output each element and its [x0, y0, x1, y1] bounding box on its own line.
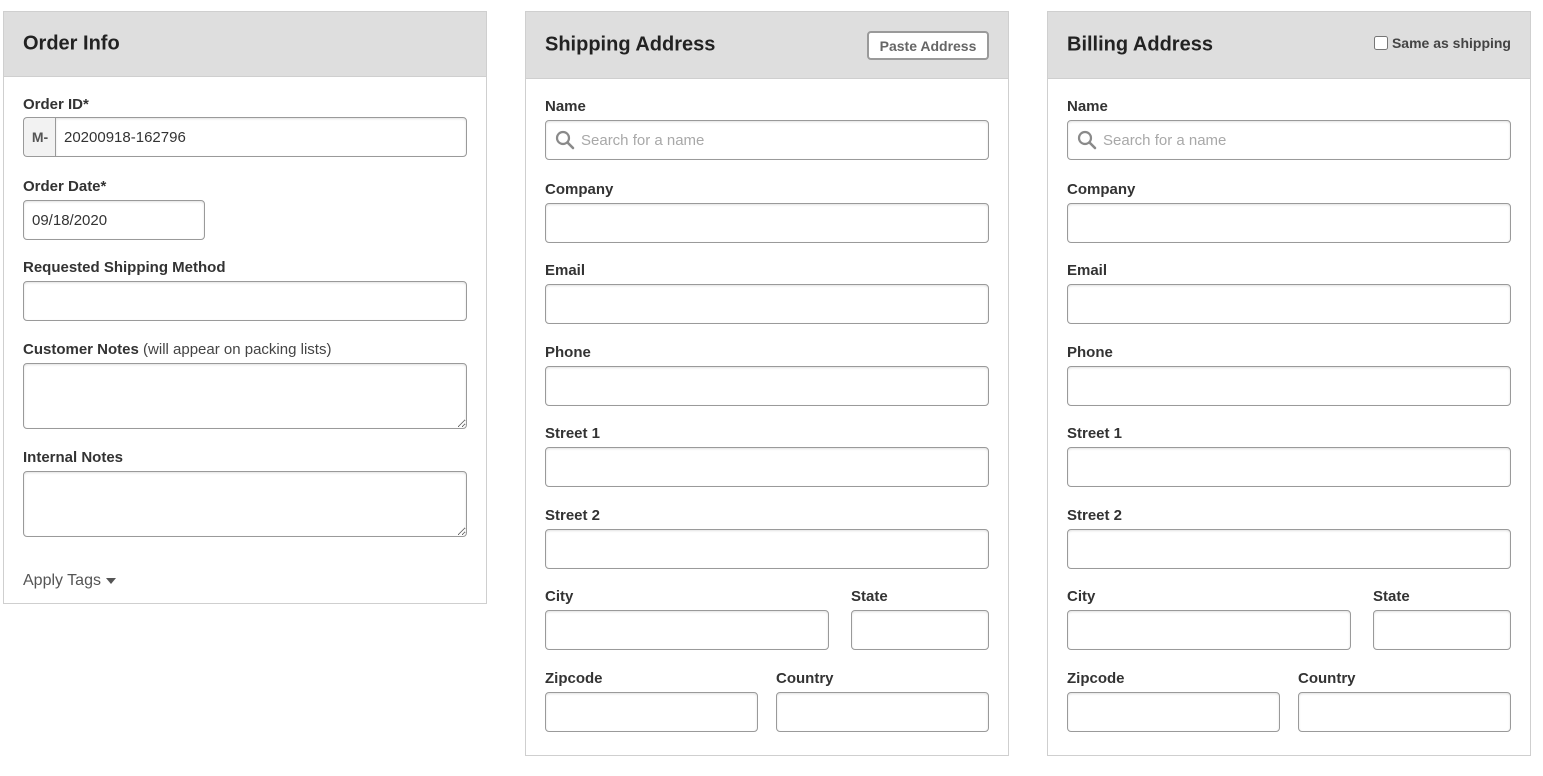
internal-notes-label: Internal Notes — [23, 449, 124, 466]
paste-address-button[interactable]: Paste Address — [867, 31, 989, 60]
shipping-zipcode-label: Zipcode — [545, 670, 603, 687]
shipping-street2-label: Street 2 — [545, 507, 601, 524]
shipping-email-input[interactable] — [545, 284, 989, 324]
shipping-country-input[interactable] — [776, 692, 989, 732]
shipping-phone-input[interactable] — [545, 366, 989, 406]
billing-street2-label: Street 2 — [1067, 507, 1123, 524]
billing-name-label: Name — [1067, 98, 1108, 115]
shipping-title: Shipping Address — [545, 33, 716, 56]
billing-city-label: City — [1067, 588, 1096, 605]
order-date-label: Order Date* — [23, 178, 107, 195]
order-info-title: Order Info — [23, 32, 120, 55]
billing-city-input[interactable] — [1067, 610, 1351, 650]
billing-company-label: Company — [1067, 181, 1136, 198]
billing-email-label: Email — [1067, 262, 1108, 279]
same-as-shipping-toggle[interactable]: Same as shipping — [1373, 35, 1511, 51]
billing-street1-input[interactable] — [1067, 447, 1511, 487]
billing-phone-label: Phone — [1067, 344, 1113, 361]
search-icon — [555, 130, 575, 150]
order-info-panel: Order Info Order ID* M- Order Date* Requ… — [3, 11, 487, 604]
order-info-header: Order Info — [4, 12, 486, 77]
shipping-street2-input[interactable] — [545, 529, 989, 569]
billing-name-input[interactable] — [1067, 120, 1511, 160]
billing-street1-label: Street 1 — [1067, 425, 1123, 442]
shipping-street1-label: Street 1 — [545, 425, 601, 442]
billing-state-input[interactable] — [1373, 610, 1511, 650]
billing-address-panel: Billing Address Same as shipping Name Co… — [1047, 11, 1531, 756]
same-as-shipping-label: Same as shipping — [1391, 35, 1511, 51]
order-date-input[interactable] — [23, 200, 205, 240]
shipping-address-panel: Shipping Address Paste Address Name Comp… — [525, 11, 1009, 756]
billing-zipcode-label: Zipcode — [1067, 670, 1125, 687]
shipping-name-label: Name — [545, 98, 586, 115]
shipping-method-label: Requested Shipping Method — [23, 259, 226, 276]
order-id-prefix: M- — [23, 117, 56, 157]
apply-tags-label: Apply Tags — [23, 572, 101, 589]
shipping-phone-label: Phone — [545, 344, 591, 361]
billing-street2-input[interactable] — [1067, 529, 1511, 569]
billing-email-input[interactable] — [1067, 284, 1511, 324]
internal-notes-textarea[interactable] — [23, 471, 467, 537]
customer-notes-hint: (will appear on packing lists) — [143, 341, 332, 358]
customer-notes-textarea[interactable] — [23, 363, 467, 429]
customer-notes-label: Customer Notes (will appear on packing l… — [23, 341, 331, 358]
billing-country-label: Country — [1298, 670, 1356, 687]
billing-country-input[interactable] — [1298, 692, 1511, 732]
billing-phone-input[interactable] — [1067, 366, 1511, 406]
shipping-state-input[interactable] — [851, 610, 989, 650]
shipping-name-input[interactable] — [545, 120, 989, 160]
order-id-label: Order ID* — [23, 96, 89, 113]
billing-state-label: State — [1373, 588, 1410, 605]
shipping-city-label: City — [545, 588, 574, 605]
shipping-zipcode-input[interactable] — [545, 692, 758, 732]
billing-name-search — [1067, 120, 1511, 160]
billing-title: Billing Address — [1067, 33, 1213, 56]
shipping-city-input[interactable] — [545, 610, 829, 650]
order-id-input[interactable] — [55, 117, 467, 157]
shipping-header: Shipping Address Paste Address — [526, 12, 1008, 79]
shipping-country-label: Country — [776, 670, 834, 687]
billing-company-input[interactable] — [1067, 203, 1511, 243]
same-as-shipping-checkbox[interactable] — [1373, 36, 1388, 50]
caret-down-icon — [105, 578, 116, 584]
search-icon — [1077, 130, 1097, 150]
billing-zipcode-input[interactable] — [1067, 692, 1280, 732]
shipping-state-label: State — [851, 588, 888, 605]
customer-notes-label-text: Customer Notes — [23, 341, 139, 358]
shipping-email-label: Email — [545, 262, 586, 279]
apply-tags-dropdown[interactable]: Apply Tags — [23, 572, 116, 590]
billing-header: Billing Address Same as shipping — [1048, 12, 1530, 79]
shipping-method-input[interactable] — [23, 281, 467, 321]
shipping-company-input[interactable] — [545, 203, 989, 243]
shipping-company-label: Company — [545, 181, 614, 198]
shipping-street1-input[interactable] — [545, 447, 989, 487]
shipping-name-search — [545, 120, 989, 160]
